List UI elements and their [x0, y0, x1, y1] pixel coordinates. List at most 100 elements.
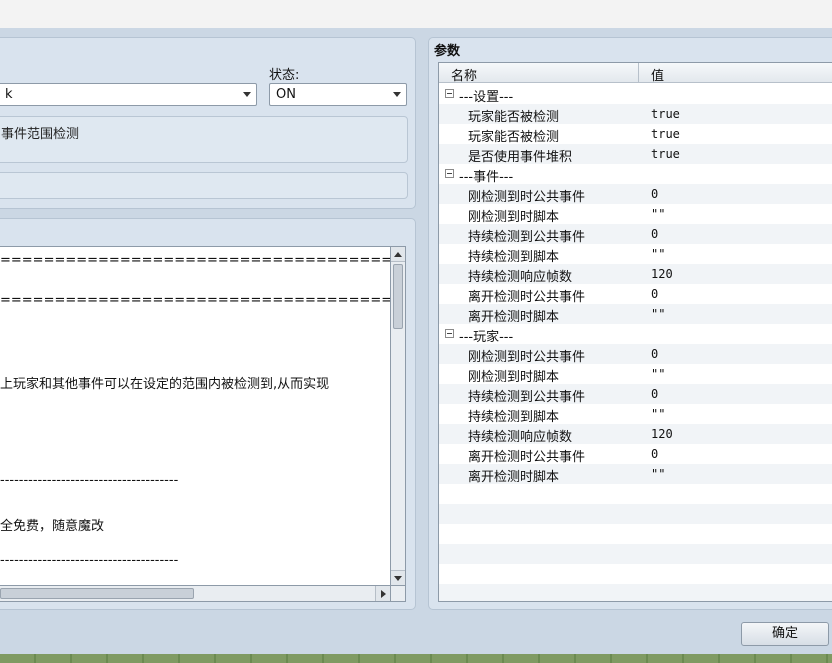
state-value: ON	[276, 87, 296, 102]
params-rows: ---设置--- 玩家能否被检测 true 玩家能否被检测 true 是否使用事件堆积 tr…	[439, 84, 832, 601]
ok-button[interactable]: 确定	[741, 622, 829, 646]
param-row[interactable]: 是否使用事件堆积 true	[439, 144, 832, 165]
param-name: 离开检测时公共事件	[468, 290, 586, 305]
param-row[interactable]: 刚检测到时公共事件 0	[439, 184, 832, 205]
param-row[interactable]: 刚检测到时脚本 ""	[439, 364, 832, 385]
param-value: true	[651, 147, 680, 161]
param-row[interactable]: 持续检测响应帧数 120	[439, 424, 832, 445]
param-row[interactable]: 刚检测到时脚本 ""	[439, 204, 832, 225]
collapse-icon[interactable]	[445, 89, 454, 98]
param-row[interactable]: 离开检测时脚本 ""	[439, 304, 832, 325]
chevron-down-icon	[238, 84, 256, 105]
param-value: 0	[651, 227, 659, 241]
param-value: ""	[651, 307, 666, 321]
arrow-up-icon	[394, 251, 402, 257]
param-row[interactable]: 玩家能否被检测 true	[439, 124, 832, 145]
help-line: --------------------------------------	[0, 473, 179, 488]
param-value: true	[651, 127, 680, 141]
param-row[interactable]: 离开检测时公共事件 0	[439, 444, 832, 465]
param-name: 持续检测响应帧数	[468, 430, 573, 445]
top-bar	[0, 0, 832, 28]
param-row[interactable]: 持续检测响应帧数 120	[439, 264, 832, 285]
column-header-value[interactable]: 值	[651, 65, 664, 84]
empty-row	[439, 504, 832, 524]
collapse-icon[interactable]	[445, 329, 454, 338]
param-row[interactable]: 离开检测时脚本 ""	[439, 464, 832, 485]
scroll-right-button[interactable]	[375, 586, 390, 601]
param-name: 持续检测到公共事件	[468, 230, 586, 245]
param-name: 刚检测到时脚本	[468, 210, 560, 225]
param-name: 是否使用事件堆积	[468, 150, 573, 165]
params-table[interactable]: 名称 值 ---设置--- 玩家能否被检测 true 玩家能否被检测 true 是否使用事…	[438, 62, 832, 602]
scrollbar-corner	[391, 586, 406, 602]
param-group-row[interactable]: ---设置---	[439, 84, 832, 105]
help-horizontal-scrollbar[interactable]	[0, 586, 391, 602]
description-text: 事件范围检测	[1, 127, 80, 142]
param-value: ""	[651, 407, 666, 421]
param-value: 0	[651, 287, 659, 301]
empty-row	[439, 544, 832, 564]
param-name: 离开检测时公共事件	[468, 450, 586, 465]
param-name: 刚检测到时脚本	[468, 370, 560, 385]
arrow-down-icon	[394, 575, 402, 581]
help-line: ========================================…	[0, 253, 391, 268]
param-value: 120	[651, 427, 673, 441]
help-text-area[interactable]: ==================================== ====…	[0, 246, 391, 586]
param-value: ""	[651, 467, 666, 481]
state-label: 状态:	[269, 68, 300, 83]
param-value: ""	[651, 247, 666, 261]
scroll-thumb[interactable]	[0, 588, 194, 599]
empty-row	[439, 484, 832, 504]
param-value: true	[651, 107, 680, 121]
param-row[interactable]: 持续检测到公共事件 0	[439, 224, 832, 245]
chevron-down-icon	[388, 84, 406, 105]
params-table-header: 名称 值	[439, 63, 832, 84]
help-line: --------------------------------------	[0, 553, 179, 568]
author-box	[0, 172, 408, 199]
param-group-name: ---玩家---	[459, 330, 514, 345]
help-line: ========================================…	[0, 293, 391, 308]
param-name: 玩家能否被检测	[468, 130, 560, 145]
param-value: ""	[651, 367, 666, 381]
scroll-down-button[interactable]	[391, 570, 405, 585]
param-name: 离开检测时脚本	[468, 310, 560, 325]
help-vertical-scrollbar[interactable]	[391, 246, 406, 586]
param-value: 0	[651, 387, 659, 401]
param-row[interactable]: 持续检测到脚本 ""	[439, 404, 832, 425]
param-group-row[interactable]: ---玩家---	[439, 324, 832, 345]
param-row[interactable]: 持续检测到公共事件 0	[439, 384, 832, 405]
param-row[interactable]: 离开检测时公共事件 0	[439, 284, 832, 305]
param-row[interactable]: 玩家能否被检测 true	[439, 104, 832, 125]
param-name: 刚检测到时公共事件	[468, 350, 586, 365]
param-name: 持续检测到公共事件	[468, 390, 586, 405]
param-name: 刚检测到时公共事件	[468, 190, 586, 205]
param-value: 120	[651, 267, 673, 281]
plugin-name-combo[interactable]: k	[0, 83, 257, 106]
param-name: 持续检测到脚本	[468, 410, 560, 425]
param-value: ""	[651, 207, 666, 221]
help-line: 全免费，随意魔改	[0, 519, 105, 534]
column-separator[interactable]	[638, 63, 639, 83]
param-group-name: ---事件---	[459, 170, 514, 185]
param-group-row[interactable]: ---事件---	[439, 164, 832, 185]
description-box: 事件范围检测	[0, 116, 408, 163]
param-name: 离开检测时脚本	[468, 470, 560, 485]
column-header-name[interactable]: 名称	[451, 65, 477, 84]
param-name: 持续检测到脚本	[468, 250, 560, 265]
scroll-up-button[interactable]	[391, 247, 405, 262]
collapse-icon[interactable]	[445, 169, 454, 178]
empty-row	[439, 564, 832, 584]
param-row[interactable]: 刚检测到时公共事件 0	[439, 344, 832, 365]
param-group-name: ---设置---	[459, 90, 514, 105]
params-title: 参数	[434, 44, 461, 59]
empty-row	[439, 524, 832, 544]
empty-row	[439, 584, 832, 601]
help-line: 上玩家和其他事件可以在设定的范围内被检测到,从而实现	[0, 377, 330, 392]
param-value: 0	[651, 347, 659, 361]
state-combo[interactable]: ON	[269, 83, 407, 106]
scroll-thumb[interactable]	[393, 264, 403, 329]
param-row[interactable]: 持续检测到脚本 ""	[439, 244, 832, 265]
arrow-right-icon	[380, 589, 386, 598]
param-name: 玩家能否被检测	[468, 110, 560, 125]
param-name: 持续检测响应帧数	[468, 270, 573, 285]
